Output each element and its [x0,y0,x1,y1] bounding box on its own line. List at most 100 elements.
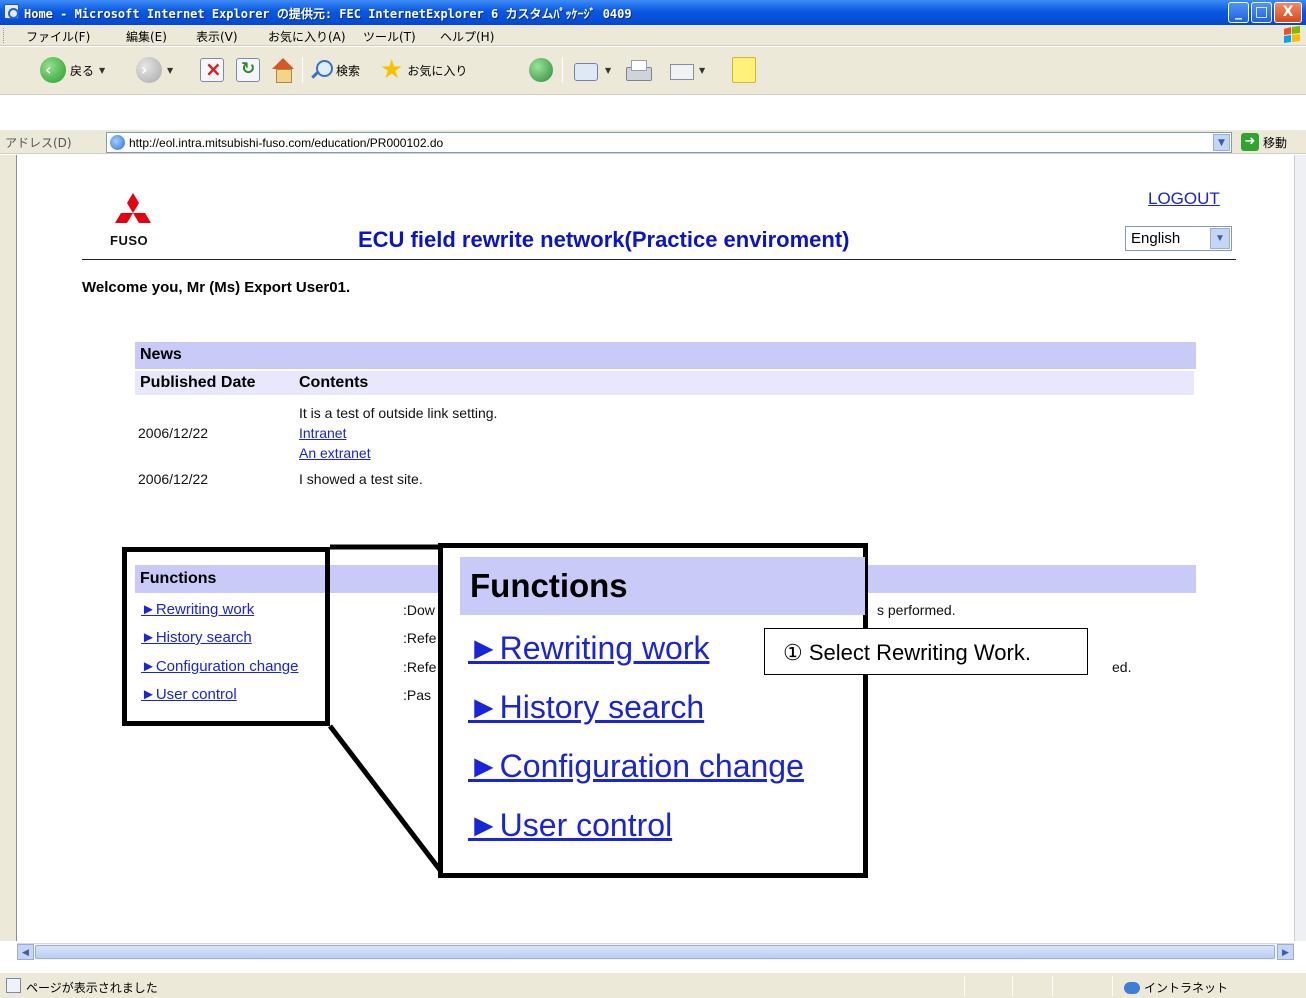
function-description: :Pas [403,687,432,703]
address-dropdown-icon[interactable]: ▼ [1213,134,1230,151]
news-text: It is a test of outside link setting. [299,405,498,421]
stop-icon [200,57,224,82]
language-dropdown-icon[interactable]: ▼ [1210,228,1230,249]
col-contents: Contents [299,374,369,391]
menu-view[interactable]: 表示(V) [196,28,238,45]
news-date: 2006/12/22 [138,425,209,441]
mail-button[interactable]: ▼ [572,55,611,85]
ie-app-icon [4,4,19,19]
function-description: :Refe [403,630,437,646]
windows-flag-icon [1284,26,1300,43]
history-button[interactable] [529,55,553,85]
language-value: English [1131,230,1181,247]
col-published-date: Published Date [140,374,256,391]
status-text: ページが表示されました [26,981,158,995]
toolbar-separator [302,57,303,83]
extranet-link[interactable]: An extranet [299,445,371,461]
instruction-callout: ① Select Rewriting Work. [764,628,1088,675]
window-title: Home - Microsoft Internet Explorer の提供元:… [24,7,632,21]
logout-link[interactable]: LOGOUT [1148,189,1220,209]
go-arrow-icon: ➜ [1241,133,1259,151]
scroll-thumb[interactable] [35,945,1275,959]
back-button[interactable]: ‹ 戻る ▼ [40,55,105,85]
back-arrow-icon: ‹ [40,57,66,83]
highlight-frame [122,547,330,726]
status-separator [1112,976,1113,996]
go-label: 移動 [1263,135,1288,150]
welcome-message: Welcome you, Mr (Ms) Export User01. [82,279,351,296]
maximize-button[interactable]: □ [1251,2,1272,23]
scroll-right-icon[interactable]: ▶ [1277,944,1294,960]
status-separator [964,976,965,996]
mail-dropdown-icon[interactable]: ▼ [605,66,611,75]
refresh-button[interactable] [236,55,260,85]
menu-bar: ファイル(F) 編集(E) 表示(V) お気に入り(A) ツール(T) ヘルプ(… [0,25,1306,46]
function-description-tail: ed. [1112,659,1132,675]
function-description-tail: s performed. [877,602,956,618]
refresh-icon [236,58,260,82]
toolbar-separator [562,57,563,83]
vertical-scrollbar[interactable] [1294,155,1306,941]
edit-icon [668,59,694,81]
menu-file[interactable]: ファイル(F) [26,28,90,45]
mail-icon [572,59,600,81]
address-url: http://eol.intra.mitsubishi-fuso.com/edu… [129,136,444,150]
scroll-left-icon[interactable]: ◀ [17,944,34,960]
menu-help[interactable]: ヘルプ(H) [440,28,494,45]
address-input[interactable]: http://eol.intra.mitsubishi-fuso.com/edu… [106,132,1232,153]
news-date: 2006/12/22 [138,471,209,487]
fuso-logo-text: FUSO [110,233,149,248]
favorites-label: お気に入り [407,63,468,78]
horizontal-scrollbar[interactable]: ◀ ▶ [17,943,1294,960]
browser-left-edge [0,155,17,941]
window-title-bar: Home - Microsoft Internet Explorer の提供元:… [0,0,1306,25]
edit-dropdown-icon[interactable]: ▼ [699,66,705,75]
ie-page-icon [110,135,125,150]
page-content: FUSO ECU field rewrite network(Practice … [0,155,1306,960]
search-label: 検索 [336,63,361,78]
page-title: ECU field rewrite network(Practice envir… [358,227,850,252]
back-label: 戻る [70,63,95,78]
menu-grip [3,28,6,43]
menu-edit[interactable]: 編集(E) [126,28,167,45]
zoomed-functions-heading: Functions [460,557,865,615]
intranet-link[interactable]: Intranet [299,425,346,441]
search-icon [310,59,333,81]
back-dropdown-icon[interactable]: ▼ [99,66,105,75]
menu-favorites[interactable]: お気に入り(A) [268,28,346,45]
notes-button[interactable] [732,55,756,85]
minimize-button[interactable]: _ [1228,2,1249,23]
zoomed-history-search-link[interactable]: ►History search [468,689,704,726]
favorites-button[interactable]: ★ お気に入り [380,55,467,85]
zoomed-configuration-change-link[interactable]: ►Configuration change [468,748,804,785]
note-icon [732,57,756,83]
zoomed-functions-panel: Functions ►Rewriting work ►History searc… [438,543,868,878]
header-divider [82,259,1236,260]
news-text: I showed a test site. [299,471,423,487]
standard-toolbar: ‹ 戻る ▼ › ▼ 検索 ★ お気に入り ▼ ▼ [0,47,1306,95]
zoomed-rewriting-work-link[interactable]: ►Rewriting work [468,630,710,667]
zoomed-user-control-link[interactable]: ►User control [468,807,672,844]
stop-button[interactable] [200,55,224,85]
language-select[interactable]: English ▼ [1125,226,1232,251]
news-heading: News [135,342,1196,369]
function-description: :Dow [403,602,435,618]
forward-arrow-icon: › [136,57,162,83]
address-label: アドレス(D) [5,136,72,150]
intranet-zone-icon [1124,981,1140,994]
home-button[interactable] [270,55,296,85]
forward-button[interactable]: › ▼ [136,55,173,85]
search-button[interactable]: 検索 [310,55,360,85]
status-separator [1052,976,1053,996]
address-bar: アドレス(D) http://eol.intra.mitsubishi-fuso… [0,129,1306,154]
menu-tools[interactable]: ツール(T) [363,28,416,45]
go-button[interactable]: ➜ 移動 [1241,133,1287,151]
edit-button[interactable]: ▼ [668,55,705,85]
close-button[interactable]: X [1274,2,1302,23]
status-bar: ページが表示されました イントラネット [0,972,1306,998]
zone-label: イントラネット [1144,981,1229,995]
function-description: :Refe [403,659,437,675]
print-button[interactable] [624,55,652,85]
history-icon [529,58,553,82]
forward-dropdown-icon[interactable]: ▼ [167,66,173,75]
